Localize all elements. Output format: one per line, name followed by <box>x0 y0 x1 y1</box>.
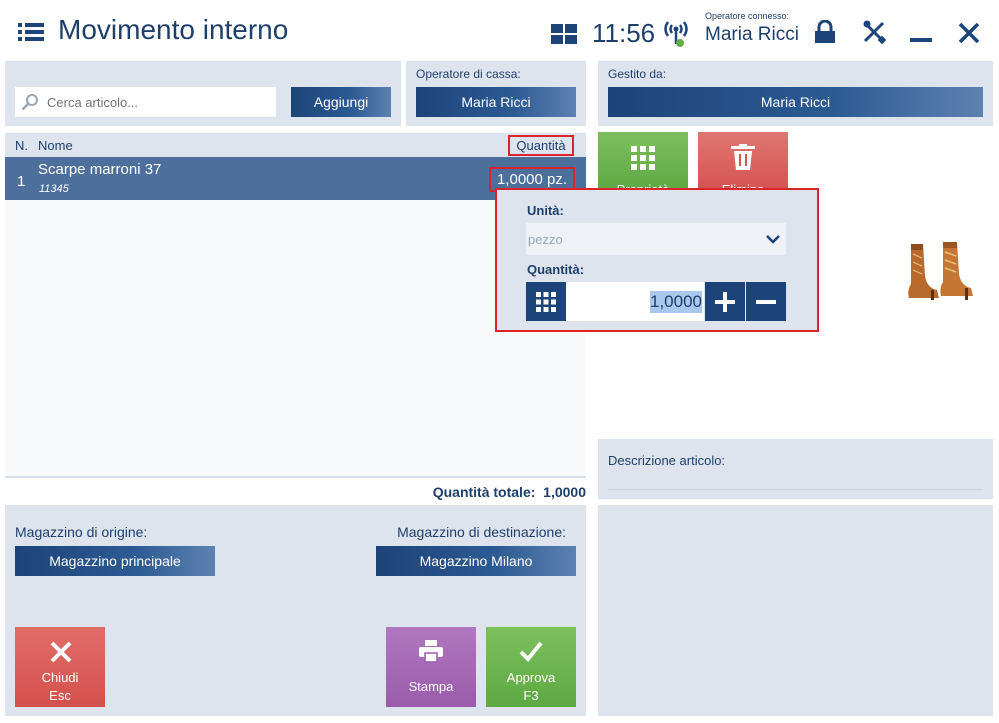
printer-icon <box>419 640 443 663</box>
items-table-header <box>5 133 586 157</box>
close-button[interactable]: Chiudi Esc <box>15 627 105 707</box>
column-quantity[interactable]: Quantità <box>508 135 574 156</box>
approve-button[interactable]: Approva F3 <box>486 627 576 707</box>
description-panel <box>598 439 993 499</box>
plus-icon <box>715 291 735 312</box>
menu-icon[interactable] <box>18 22 44 42</box>
quantity-label: Quantità: <box>527 262 585 277</box>
close-icon <box>50 641 72 663</box>
list-divider <box>5 476 586 478</box>
column-name[interactable]: Nome <box>38 138 73 153</box>
total-quantity-value: 1,0000 <box>543 484 586 500</box>
operator-name[interactable]: Maria Ricci <box>705 24 799 46</box>
cashier-label: Operatore di cassa: <box>416 67 521 81</box>
chevron-down-icon <box>766 234 780 244</box>
tiles-view-icon[interactable] <box>551 24 577 44</box>
info-panel <box>598 505 993 716</box>
minus-icon <box>756 299 776 304</box>
origin-warehouse-button[interactable]: Magazzino principale <box>15 546 215 576</box>
tools-icon[interactable] <box>862 20 886 44</box>
cashier-operator-button[interactable]: Maria Ricci <box>416 87 576 117</box>
add-button[interactable]: Aggiungi <box>291 87 391 117</box>
quantity-input[interactable]: 1,0000 <box>566 282 704 321</box>
unit-select-value: pezzo <box>528 231 563 247</box>
numpad-button[interactable] <box>526 282 566 321</box>
operator-label: Operatore connesso: <box>705 11 790 21</box>
unit-select[interactable]: pezzo <box>526 223 786 255</box>
total-quantity: Quantità totale: 1,0000 <box>432 484 586 500</box>
managed-label: Gestito da: <box>608 67 667 81</box>
lock-icon[interactable] <box>814 20 836 44</box>
row-name: Scarpe marroni 37 <box>38 161 162 178</box>
close-window-icon[interactable] <box>958 22 980 44</box>
managed-by-button[interactable]: Maria Ricci <box>608 87 983 117</box>
destination-warehouse-label: Magazzino di destinazione: <box>397 524 566 540</box>
trash-icon <box>731 144 755 170</box>
increment-button[interactable] <box>705 282 745 321</box>
row-number: 1 <box>17 173 26 190</box>
search-icon <box>21 93 39 111</box>
properties-tile[interactable]: Proprietà <box>598 132 688 190</box>
destination-warehouse-button[interactable]: Magazzino Milano <box>376 546 576 576</box>
close-button-label: Chiudi <box>41 670 79 685</box>
product-image <box>905 240 975 302</box>
clock: 11:56 <box>592 18 656 48</box>
numpad-icon <box>536 291 556 312</box>
origin-warehouse-label: Magazzino di origine: <box>15 524 148 540</box>
search-box[interactable] <box>15 87 276 117</box>
description-divider <box>608 489 983 490</box>
quantity-input-value: 1,0000 <box>650 290 702 313</box>
print-button-label: Stampa <box>408 679 454 694</box>
keypad-icon <box>631 146 655 170</box>
search-input[interactable] <box>45 93 269 111</box>
connection-icon[interactable] <box>662 18 690 48</box>
row-code: 11345 <box>39 183 69 195</box>
decrement-button[interactable] <box>746 282 786 321</box>
page-title: Movimento interno <box>58 14 289 45</box>
description-label: Descrizione articolo: <box>608 453 726 468</box>
close-button-key: Esc <box>49 688 71 703</box>
delete-tile[interactable]: Elimina <box>698 132 788 190</box>
approve-button-key: F3 <box>523 688 539 703</box>
check-icon <box>519 641 543 662</box>
unit-label: Unità: <box>527 203 564 218</box>
print-button[interactable]: Stampa <box>386 627 476 707</box>
minimize-icon[interactable] <box>910 38 932 42</box>
column-n: N. <box>15 138 28 153</box>
approve-button-label: Approva <box>506 670 556 685</box>
